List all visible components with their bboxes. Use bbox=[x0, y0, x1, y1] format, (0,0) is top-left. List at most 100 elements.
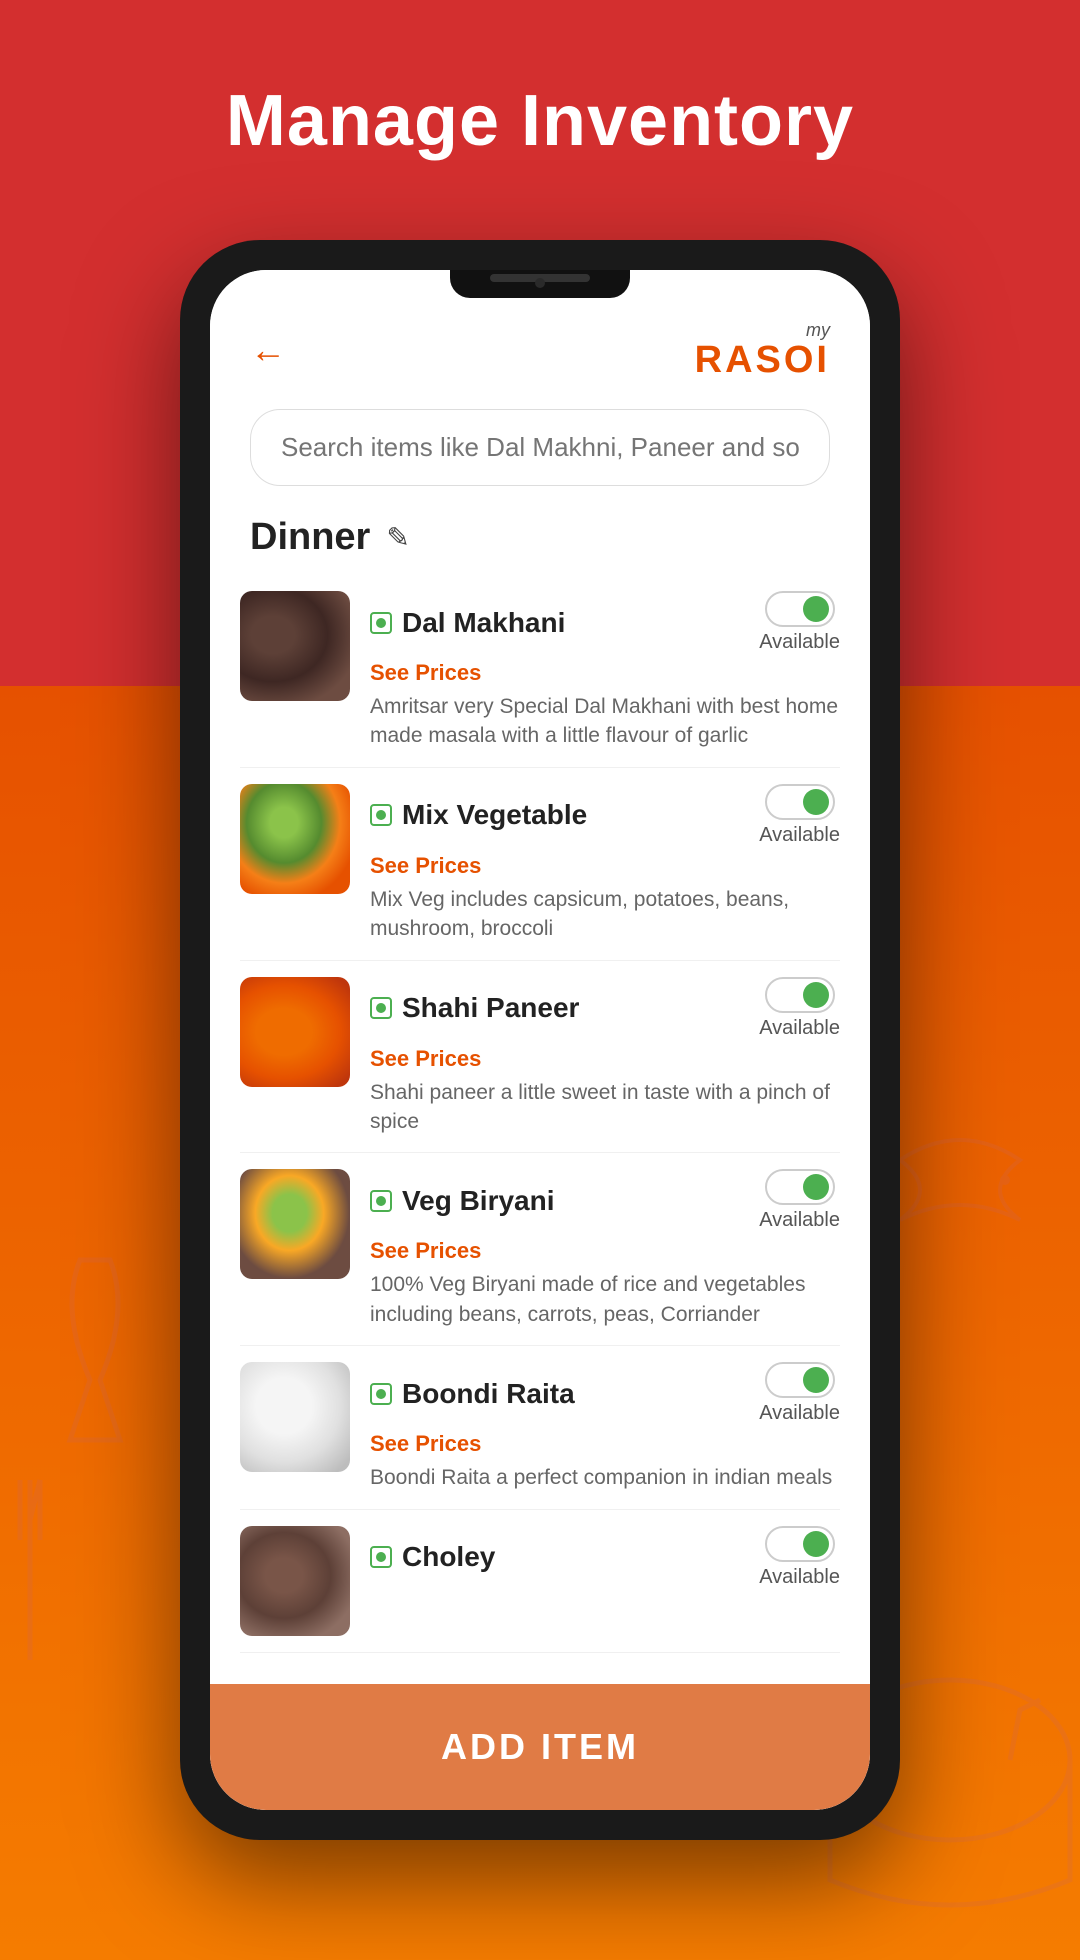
availability-toggle-4[interactable] bbox=[765, 1169, 835, 1205]
item-name-with-dot: Dal Makhani bbox=[370, 607, 565, 639]
toggle-label-1: Available bbox=[759, 631, 840, 654]
menu-item-5: Boondi Raita Available See Prices Boondi… bbox=[240, 1346, 840, 1509]
item-name-with-dot: Boondi Raita bbox=[370, 1378, 575, 1410]
item-description-4: 100% Veg Biryani made of rice and vegeta… bbox=[370, 1270, 840, 1329]
section-header: Dinner ✎ bbox=[210, 506, 870, 575]
toggle-label-4: Available bbox=[759, 1209, 840, 1232]
item-image-6 bbox=[240, 1526, 350, 1636]
menu-item-1: Dal Makhani Available See Prices Amritsa… bbox=[240, 575, 840, 768]
item-name-2: Mix Vegetable bbox=[402, 799, 587, 831]
item-image-3 bbox=[240, 977, 350, 1087]
menu-item-top: Choley Available bbox=[240, 1526, 840, 1636]
veg-indicator-6 bbox=[370, 1546, 392, 1568]
item-details-3: Shahi Paneer Available See Prices Shahi … bbox=[370, 977, 840, 1137]
item-name-with-dot: Mix Vegetable bbox=[370, 799, 587, 831]
item-name-with-dot: Veg Biryani bbox=[370, 1185, 555, 1217]
item-image-5 bbox=[240, 1362, 350, 1472]
veg-indicator-1 bbox=[370, 612, 392, 634]
see-prices-3[interactable]: See Prices bbox=[370, 1046, 840, 1072]
availability-toggle-2[interactable] bbox=[765, 784, 835, 820]
item-description-5: Boondi Raita a perfect companion in indi… bbox=[370, 1463, 840, 1492]
menu-item-top: Veg Biryani Available See Prices 100% Ve… bbox=[240, 1169, 840, 1329]
app-content: ← my RASOI Dinner ✎ bbox=[210, 270, 870, 1810]
item-name-5: Boondi Raita bbox=[402, 1378, 575, 1410]
item-details-1: Dal Makhani Available See Prices Amritsa… bbox=[370, 591, 840, 751]
see-prices-2[interactable]: See Prices bbox=[370, 853, 840, 879]
veg-indicator-5 bbox=[370, 1383, 392, 1405]
menu-item-top: Shahi Paneer Available See Prices Shahi … bbox=[240, 977, 840, 1137]
item-name-row: Mix Vegetable Available bbox=[370, 784, 840, 847]
toggle-container-5[interactable]: Available bbox=[759, 1362, 840, 1425]
veg-dot-inner bbox=[376, 1552, 386, 1562]
item-name-row: Boondi Raita Available bbox=[370, 1362, 840, 1425]
edit-section-icon[interactable]: ✎ bbox=[386, 521, 409, 554]
veg-dot-inner bbox=[376, 1196, 386, 1206]
item-name-row: Veg Biryani Available bbox=[370, 1169, 840, 1232]
item-description-2: Mix Veg includes capsicum, potatoes, bea… bbox=[370, 885, 840, 944]
section-title: Dinner bbox=[250, 516, 370, 559]
item-name-with-dot: Choley bbox=[370, 1541, 495, 1573]
toggle-container-3[interactable]: Available bbox=[759, 977, 840, 1040]
toggle-container-2[interactable]: Available bbox=[759, 784, 840, 847]
toggle-knob-1 bbox=[803, 596, 829, 622]
item-details-5: Boondi Raita Available See Prices Boondi… bbox=[370, 1362, 840, 1492]
menu-item-top: Boondi Raita Available See Prices Boondi… bbox=[240, 1362, 840, 1492]
page-title: Manage Inventory bbox=[0, 0, 1080, 162]
toggle-label-5: Available bbox=[759, 1402, 840, 1425]
item-details-4: Veg Biryani Available See Prices 100% Ve… bbox=[370, 1169, 840, 1329]
veg-indicator-2 bbox=[370, 804, 392, 826]
items-list: Dal Makhani Available See Prices Amritsa… bbox=[210, 575, 870, 1684]
availability-toggle-3[interactable] bbox=[765, 977, 835, 1013]
item-name-row: Dal Makhani Available bbox=[370, 591, 840, 654]
item-name-row: Choley Available bbox=[370, 1526, 840, 1589]
menu-item-top: Mix Vegetable Available See Prices Mix V… bbox=[240, 784, 840, 944]
item-image-4 bbox=[240, 1169, 350, 1279]
see-prices-1[interactable]: See Prices bbox=[370, 660, 840, 686]
phone-screen: ← my RASOI Dinner ✎ bbox=[210, 270, 870, 1810]
menu-item-6: Choley Available bbox=[240, 1510, 840, 1653]
toggle-label-2: Available bbox=[759, 824, 840, 847]
toggle-container-4[interactable]: Available bbox=[759, 1169, 840, 1232]
item-name-4: Veg Biryani bbox=[402, 1185, 555, 1217]
veg-dot-inner bbox=[376, 1003, 386, 1013]
toggle-knob-3 bbox=[803, 982, 829, 1008]
app-logo: my RASOI bbox=[695, 320, 830, 379]
item-name-6: Choley bbox=[402, 1541, 495, 1573]
item-name-row: Shahi Paneer Available bbox=[370, 977, 840, 1040]
item-name-3: Shahi Paneer bbox=[402, 992, 579, 1024]
phone-camera bbox=[535, 278, 545, 288]
see-prices-4[interactable]: See Prices bbox=[370, 1238, 840, 1264]
item-image-1 bbox=[240, 591, 350, 701]
menu-item-top: Dal Makhani Available See Prices Amritsa… bbox=[240, 591, 840, 751]
phone-frame: ← my RASOI Dinner ✎ bbox=[180, 240, 900, 1840]
search-input[interactable] bbox=[250, 409, 830, 486]
item-name-with-dot: Shahi Paneer bbox=[370, 992, 579, 1024]
toggle-knob-2 bbox=[803, 789, 829, 815]
menu-item-4: Veg Biryani Available See Prices 100% Ve… bbox=[240, 1153, 840, 1346]
search-container bbox=[210, 399, 870, 506]
veg-indicator-3 bbox=[370, 997, 392, 1019]
logo-rasoi-text: RASOI bbox=[695, 341, 830, 379]
veg-indicator-4 bbox=[370, 1190, 392, 1212]
availability-toggle-6[interactable] bbox=[765, 1526, 835, 1562]
menu-item-3: Shahi Paneer Available See Prices Shahi … bbox=[240, 961, 840, 1154]
item-details-6: Choley Available bbox=[370, 1526, 840, 1595]
item-details-2: Mix Vegetable Available See Prices Mix V… bbox=[370, 784, 840, 944]
item-name-1: Dal Makhani bbox=[402, 607, 565, 639]
item-description-1: Amritsar very Special Dal Makhani with b… bbox=[370, 692, 840, 751]
see-prices-5[interactable]: See Prices bbox=[370, 1431, 840, 1457]
back-button[interactable]: ← bbox=[250, 329, 286, 371]
item-image-2 bbox=[240, 784, 350, 894]
toggle-label-3: Available bbox=[759, 1017, 840, 1040]
veg-dot-inner bbox=[376, 1389, 386, 1399]
availability-toggle-5[interactable] bbox=[765, 1362, 835, 1398]
toggle-container-6[interactable]: Available bbox=[759, 1526, 840, 1589]
toggle-container-1[interactable]: Available bbox=[759, 591, 840, 654]
veg-dot-inner bbox=[376, 810, 386, 820]
menu-item-2: Mix Vegetable Available See Prices Mix V… bbox=[240, 768, 840, 961]
add-item-button[interactable]: ADD ITEM bbox=[210, 1684, 870, 1810]
toggle-label-6: Available bbox=[759, 1566, 840, 1589]
availability-toggle-1[interactable] bbox=[765, 591, 835, 627]
toggle-knob-6 bbox=[803, 1531, 829, 1557]
logo-my-text: my bbox=[695, 320, 830, 341]
